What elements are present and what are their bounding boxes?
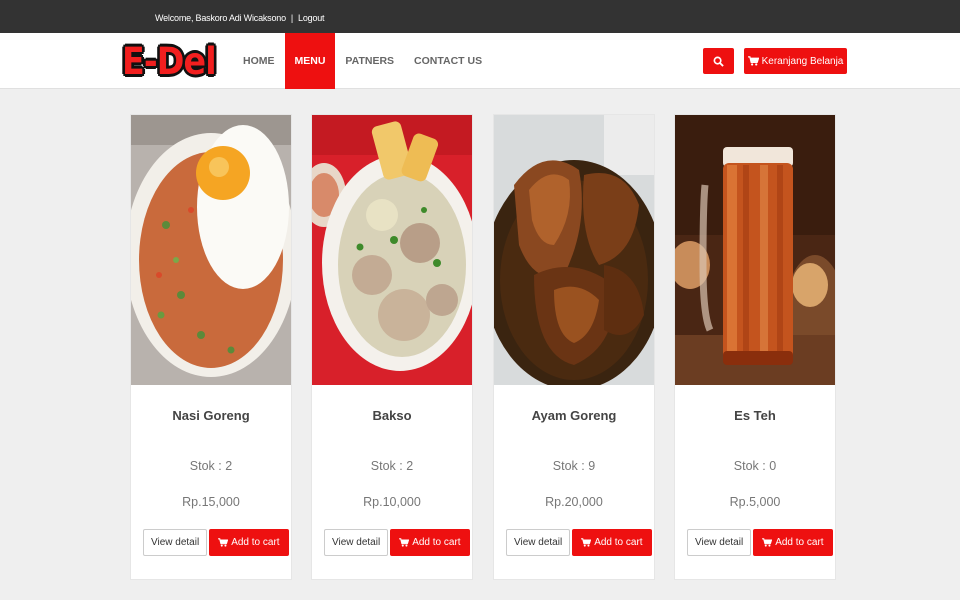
welcome-area: Welcome, Baskoro Adi Wicaksono | Logout — [155, 13, 325, 23]
product-image-es-teh[interactable] — [675, 115, 835, 385]
topbar-separator: | — [290, 13, 294, 23]
nav-item-menu[interactable]: MENU — [284, 33, 336, 89]
add-to-cart-label: Add to cart — [775, 537, 824, 548]
add-to-cart-button[interactable]: Add to cart — [390, 529, 470, 556]
search-button[interactable] — [703, 48, 734, 74]
product-actions: View detail Add to cart — [143, 529, 289, 556]
product-actions: View detail Add to cart — [506, 529, 652, 556]
search-icon — [713, 56, 724, 67]
product-name: Ayam Goreng — [531, 408, 617, 423]
add-to-cart-button[interactable]: Add to cart — [572, 529, 652, 556]
cart-button-label: Keranjang Belanja — [761, 55, 844, 67]
view-detail-button[interactable]: View detail — [506, 529, 571, 556]
product-stock: Stok : 2 — [189, 459, 233, 473]
shopping-cart-icon — [218, 538, 229, 547]
product-stock: Stok : 2 — [370, 459, 414, 473]
view-detail-button[interactable]: View detail — [324, 529, 389, 556]
add-to-cart-label: Add to cart — [231, 537, 280, 548]
add-to-cart-label: Add to cart — [594, 537, 643, 548]
product-actions: View detail Add to cart — [687, 529, 833, 556]
view-detail-button[interactable]: View detail — [143, 529, 208, 556]
shopping-cart-icon — [399, 538, 410, 547]
product-name: Es Teh — [734, 408, 776, 423]
product-card-nasi-goreng: Nasi Goreng Stok : 2 Rp.15,000 View deta… — [130, 114, 292, 580]
product-price: Rp.15,000 — [182, 495, 240, 509]
product-stock: Stok : 9 — [552, 459, 596, 473]
shopping-cart-icon — [581, 538, 592, 547]
product-price: Rp.5,000 — [729, 495, 781, 509]
product-image-bakso[interactable] — [312, 115, 472, 385]
nav-item-contact-us[interactable]: CONTACT US — [404, 33, 492, 89]
product-card-bakso: Bakso Stok : 2 Rp.10,000 View detail Add… — [311, 114, 473, 580]
nav-item-patners[interactable]: PATNERS — [335, 33, 404, 89]
product-image-ayam-goreng[interactable] — [494, 115, 654, 385]
product-stock: Stok : 0 — [733, 459, 777, 473]
product-name: Nasi Goreng — [172, 408, 250, 423]
nav-item-home[interactable]: HOME — [233, 33, 285, 89]
add-to-cart-label: Add to cart — [412, 537, 461, 548]
logout-link[interactable]: Logout — [298, 13, 325, 23]
product-image-nasi-goreng[interactable] — [131, 115, 291, 385]
brand-logo[interactable]: E-Del — [122, 40, 217, 84]
add-to-cart-button[interactable]: Add to cart — [209, 529, 289, 556]
product-name: Bakso — [372, 408, 412, 423]
main-navbar: E-Del HOME MENU PATNERS CONTACT US Keran… — [0, 33, 960, 89]
view-detail-button[interactable]: View detail — [687, 529, 752, 556]
top-bar: Welcome, Baskoro Adi Wicaksono | Logout — [0, 0, 960, 33]
product-price: Rp.10,000 — [363, 495, 421, 509]
product-actions: View detail Add to cart — [324, 529, 470, 556]
add-to-cart-button[interactable]: Add to cart — [753, 529, 833, 556]
welcome-text: Welcome, Baskoro Adi Wicaksono — [155, 13, 286, 23]
product-card-ayam-goreng: Ayam Goreng Stok : 9 Rp.20,000 View deta… — [493, 114, 655, 580]
shopping-cart-button[interactable]: Keranjang Belanja — [744, 48, 847, 74]
product-card-es-teh: Es Teh Stok : 0 Rp.5,000 View detail Add… — [674, 114, 836, 580]
shopping-cart-icon — [747, 56, 759, 66]
shopping-cart-icon — [762, 538, 773, 547]
product-price: Rp.20,000 — [545, 495, 603, 509]
main-nav: HOME MENU PATNERS CONTACT US — [233, 33, 492, 89]
